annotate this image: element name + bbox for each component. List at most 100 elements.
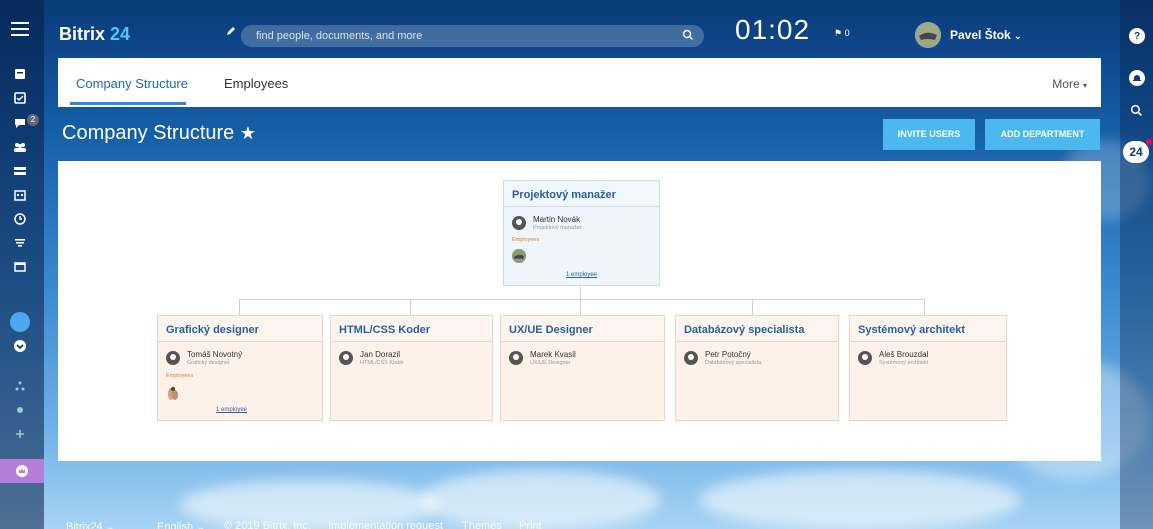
department-title[interactable]: Projektový manažer	[504, 181, 659, 207]
user-icon	[684, 351, 698, 365]
pencil-icon[interactable]	[226, 26, 236, 36]
invite-users-button[interactable]: INVITE USERS	[883, 119, 975, 150]
user-avatar[interactable]	[915, 22, 941, 48]
user-menu[interactable]: Pavel Štok ⌄	[950, 28, 1022, 42]
search-icon[interactable]	[682, 29, 694, 41]
connector-line	[239, 299, 924, 300]
head-name[interactable]: Marek Kvasil	[530, 350, 576, 359]
chevron-down-icon: ▾	[1082, 81, 1087, 90]
connector-line	[580, 286, 581, 299]
connector-line	[239, 299, 240, 315]
upgrade-bar[interactable]	[0, 459, 44, 483]
add-department-button[interactable]: ADD DEPARTMENT	[985, 119, 1100, 150]
notification-dot	[1146, 139, 1152, 145]
crown-icon	[16, 465, 28, 477]
flag-counter[interactable]: ⚑ 0	[834, 28, 850, 39]
user-name: Pavel Štok	[950, 28, 1011, 42]
head-role: UX/UE Designer	[530, 360, 571, 366]
head-role: HTML/CSS Kodér	[360, 360, 405, 366]
employees-label: Employees	[512, 237, 540, 243]
right-sidebar: ? 24	[1120, 0, 1153, 529]
connector-line	[580, 299, 581, 315]
clock[interactable]: 01:02	[735, 14, 810, 46]
department-title[interactable]: UX/UE Designer	[501, 316, 664, 342]
department-card[interactable]: Grafický designer Tomáš Novotný Grafický…	[157, 315, 323, 421]
chevron-down-icon: ⌄	[1014, 31, 1022, 41]
connector-line	[410, 299, 411, 315]
footer-print[interactable]: Print	[519, 520, 542, 529]
tabs-panel: Company Structure Employees More ▾	[58, 58, 1101, 107]
org-chart: Projektový manažer Martin Novák Projekto…	[58, 161, 1101, 461]
page-title: Company Structure ★	[62, 122, 256, 145]
employee-count-link[interactable]: 1 employee	[566, 272, 597, 278]
department-card[interactable]: HTML/CSS Koder Jan Dorazil HTML/CSS Kodé…	[330, 315, 493, 421]
help-icon[interactable]: ?	[1129, 28, 1145, 44]
user-icon	[339, 351, 353, 365]
chevron-down-icon: ⌄	[105, 521, 115, 529]
head-name[interactable]: Aleš Brouzdal	[879, 350, 928, 359]
company-icon[interactable]	[10, 312, 30, 332]
tab-employees[interactable]: Employees	[224, 76, 288, 91]
head-name[interactable]: Jan Dorazil	[360, 350, 400, 359]
left-sidebar: 2	[0, 0, 44, 529]
department-card[interactable]: Systémový architekt Aleš Brouzdal Systém…	[849, 315, 1007, 421]
flag-count: 0	[844, 28, 850, 38]
tasks-icon[interactable]	[13, 92, 27, 104]
drive-icon[interactable]	[13, 165, 27, 177]
chevron-down-icon[interactable]	[13, 340, 27, 352]
chat-icon[interactable]	[13, 117, 27, 129]
user-icon	[166, 351, 180, 365]
logo-text: Bitrix	[59, 24, 106, 44]
department-title[interactable]: HTML/CSS Koder	[331, 316, 492, 342]
filter-icon[interactable]	[13, 237, 27, 249]
feed-icon[interactable]	[13, 68, 27, 80]
employee-count-link[interactable]: 1 employee	[216, 407, 247, 413]
head-role: Systémový architekt	[879, 360, 929, 366]
footer-language[interactable]: English ⌄	[157, 520, 205, 529]
window-icon[interactable]	[13, 261, 27, 273]
footer-brand-text: Bitrix24	[66, 521, 103, 529]
time-icon[interactable]	[13, 213, 27, 225]
head-name[interactable]: Martin Novák	[533, 215, 580, 224]
calendar-icon[interactable]	[13, 189, 27, 201]
search-bar[interactable]	[241, 25, 704, 47]
employee-avatar[interactable]	[512, 249, 526, 263]
footer-brand[interactable]: Bitrix24 ⌄	[66, 520, 115, 529]
footer-themes[interactable]: Themes	[462, 520, 502, 529]
head-name[interactable]: Tomáš Novotný	[187, 350, 242, 359]
department-title[interactable]: Systémový architekt	[850, 316, 1006, 342]
menu-icon[interactable]	[11, 22, 29, 36]
footer-implementation-request[interactable]: Implementation request	[328, 520, 443, 529]
groups-icon[interactable]	[13, 141, 27, 153]
star-icon[interactable]: ★	[240, 123, 256, 143]
search-input[interactable]	[256, 28, 656, 44]
chat-badge: 2	[27, 114, 39, 126]
plus-icon[interactable]	[13, 428, 27, 440]
department-title[interactable]: Grafický designer	[158, 316, 322, 342]
head-role: Grafický designer	[187, 360, 230, 366]
logo[interactable]: Bitrix 24	[59, 24, 130, 45]
more-menu[interactable]: More ▾	[1052, 77, 1087, 91]
connector-line	[924, 299, 925, 315]
active-tab-indicator	[70, 102, 186, 105]
connector-line	[752, 299, 753, 315]
user-icon	[509, 351, 523, 365]
head-role: Databázový specialista	[705, 360, 762, 366]
employee-avatar[interactable]	[166, 386, 180, 400]
logo-number: 24	[110, 24, 131, 44]
cloud-decoration	[700, 470, 1020, 529]
bell-icon[interactable]	[1129, 70, 1145, 86]
head-name[interactable]: Petr Potočný	[705, 350, 751, 359]
sitemap-icon[interactable]	[13, 380, 27, 392]
department-title[interactable]: Databázový specialista	[676, 316, 838, 342]
department-card[interactable]: Projektový manažer Martin Novák Projekto…	[503, 180, 660, 286]
bitrix24-badge-icon[interactable]: 24	[1123, 141, 1149, 163]
department-card[interactable]: UX/UE Designer Marek Kvasil UX/UE Design…	[500, 315, 665, 421]
department-card[interactable]: Databázový specialista Petr Potočný Data…	[675, 315, 839, 421]
page-title-text: Company Structure	[62, 122, 235, 144]
employees-label: Employees	[166, 373, 194, 379]
tab-company-structure[interactable]: Company Structure	[76, 76, 188, 91]
search-icon[interactable]	[1130, 104, 1143, 117]
gear-icon[interactable]	[13, 404, 27, 416]
footer-language-text: English	[157, 521, 194, 529]
